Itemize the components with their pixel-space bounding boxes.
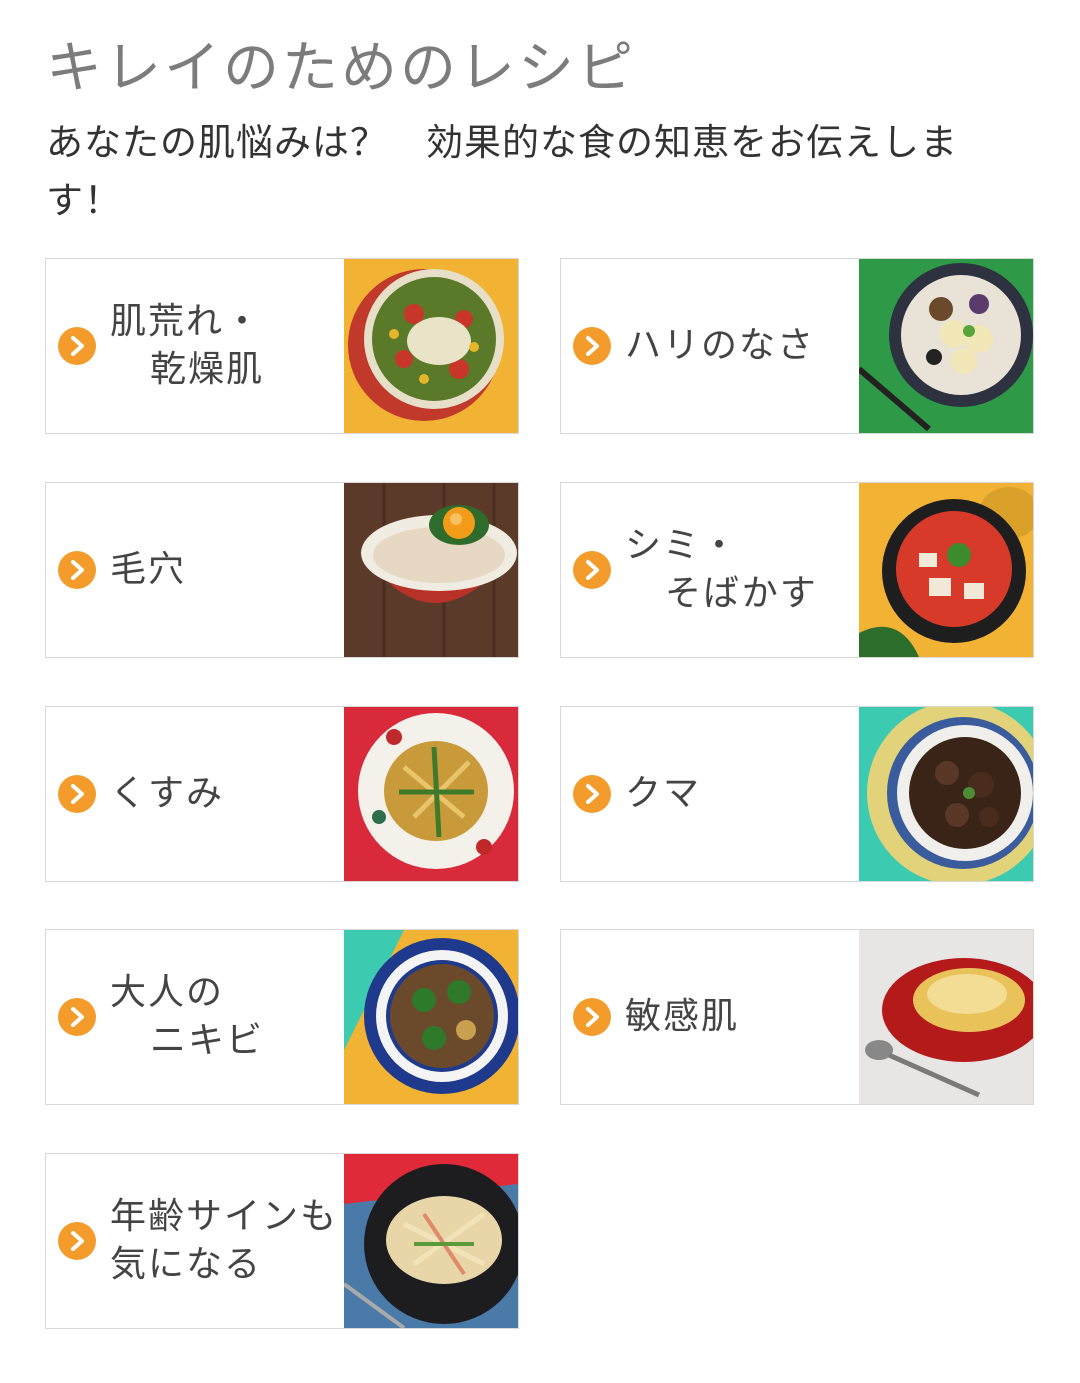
- category-label: 年齢サインも 気になる: [110, 1193, 338, 1289]
- category-label: 毛穴: [110, 546, 186, 594]
- category-label: 肌荒れ・ 乾燥肌: [110, 298, 264, 394]
- food-photo: [859, 483, 1033, 657]
- category-card-firmness[interactable]: ハリのなさ: [560, 258, 1034, 434]
- food-photo: [344, 1154, 518, 1328]
- category-label-line2: そばかす: [665, 573, 818, 614]
- food-photo: [859, 930, 1033, 1104]
- category-label-line1: シミ・: [625, 525, 740, 566]
- chevron-right-circle-icon: [573, 998, 611, 1036]
- food-photo: [859, 259, 1033, 433]
- category-card-dry-skin[interactable]: 肌荒れ・ 乾燥肌: [45, 258, 519, 434]
- category-label: くすみ: [110, 770, 224, 818]
- page-subtitle: あなたの肌悩みは？ 効果的な食の知恵をお伝えします！: [46, 121, 958, 222]
- category-label: シミ・ そばかす: [625, 522, 818, 618]
- category-card-dullness[interactable]: くすみ: [45, 706, 519, 882]
- category-label-line2: 乾燥肌: [150, 349, 265, 390]
- category-label-line1: ハリのなさ: [625, 325, 816, 366]
- chevron-right-circle-icon: [58, 775, 96, 813]
- category-card-spots-freckles[interactable]: シミ・ そばかす: [560, 482, 1034, 658]
- chevron-right-circle-icon: [58, 327, 96, 365]
- category-label-line1: 肌荒れ・: [110, 301, 263, 342]
- category-label-line1: 敏感肌: [625, 996, 740, 1037]
- category-label-line1: くすみ: [110, 773, 225, 814]
- category-label-line1: クマ: [625, 773, 702, 814]
- food-photo: [344, 259, 518, 433]
- category-label-line1: 大人の: [110, 972, 225, 1013]
- category-label: クマ: [625, 770, 701, 818]
- chevron-right-circle-icon: [573, 327, 611, 365]
- chevron-right-circle-icon: [58, 1222, 96, 1260]
- category-card-adult-acne[interactable]: 大人の ニキビ: [45, 929, 519, 1105]
- category-label-line1: 毛穴: [110, 549, 187, 590]
- category-label: 敏感肌: [625, 993, 739, 1041]
- category-label: 大人の ニキビ: [110, 969, 264, 1065]
- category-label: ハリのなさ: [625, 322, 815, 370]
- category-card-aging-signs[interactable]: 年齢サインも 気になる: [45, 1153, 519, 1329]
- category-card-dark-circles[interactable]: クマ: [560, 706, 1034, 882]
- category-label-line2: 気になる: [110, 1244, 263, 1285]
- chevron-right-circle-icon: [58, 551, 96, 589]
- category-card-pores[interactable]: 毛穴: [45, 482, 519, 658]
- food-photo: [344, 707, 518, 881]
- food-photo: [859, 707, 1033, 881]
- food-photo: [344, 930, 518, 1104]
- category-card-sensitive-skin[interactable]: 敏感肌: [560, 929, 1034, 1105]
- category-label-line1: 年齢サインも: [110, 1196, 339, 1237]
- page-title: キレイのためのレシピ: [46, 36, 636, 101]
- chevron-right-circle-icon: [573, 551, 611, 589]
- chevron-right-circle-icon: [58, 998, 96, 1036]
- chevron-right-circle-icon: [573, 775, 611, 813]
- category-label-line2: ニキビ: [150, 1020, 265, 1061]
- food-photo: [344, 483, 518, 657]
